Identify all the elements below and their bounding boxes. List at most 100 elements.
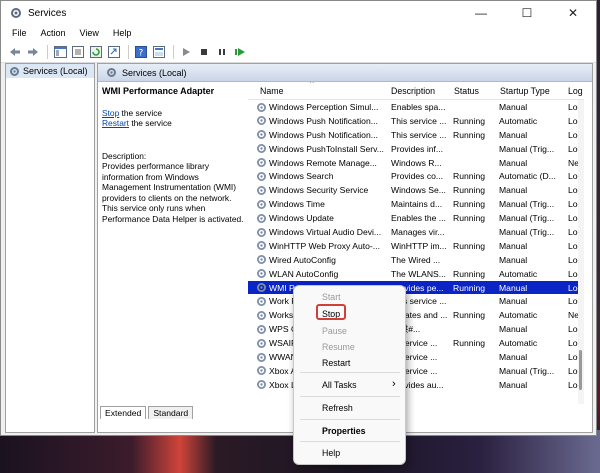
service-name-text: Windows Time: [269, 199, 325, 210]
maximize-button[interactable]: ☐: [504, 1, 550, 25]
scrollbar-thumb[interactable]: [579, 350, 582, 390]
export-icon[interactable]: [106, 44, 122, 60]
table-row[interactable]: Windows Push Notification... This service…: [248, 114, 584, 128]
properties-icon[interactable]: [70, 44, 86, 60]
column-description[interactable]: Description: [391, 86, 435, 96]
cell-status: Running: [453, 115, 486, 126]
tree-item-label: Services (Local): [23, 66, 88, 76]
cell-startup-type: Automatic (D...: [499, 171, 556, 182]
cell-name: Windows Push Notification...: [256, 115, 386, 127]
stop-service-link[interactable]: Stop: [102, 108, 119, 118]
cell-startup-type: Automatic: [499, 310, 538, 321]
pane-header-title: Services (Local): [122, 67, 187, 78]
table-row[interactable]: Windows Security Service Windows Se... Run…: [248, 183, 584, 197]
cell-description: Provides co...: [391, 171, 444, 182]
cell-name: Windows Update: [256, 212, 386, 224]
restart-icon[interactable]: [232, 44, 248, 60]
table-row[interactable]: Wired AutoConfig The Wired ... Manual Loc: [248, 253, 584, 267]
cell-description: Maintains d...: [391, 199, 443, 210]
cell-startup-type: Manual (Trig...: [499, 199, 555, 210]
tab-extended[interactable]: Extended: [100, 406, 147, 419]
cell-startup-type: Manual: [499, 185, 528, 196]
cell-startup-type: Manual (Trig...: [499, 227, 555, 238]
table-row[interactable]: Windows Remote Manage... Windows R... Manu…: [248, 156, 584, 170]
menu-item-refresh[interactable]: Refresh: [322, 403, 353, 413]
svg-text:?: ?: [139, 48, 144, 58]
forward-icon[interactable]: [25, 44, 41, 60]
service-name-text: Wired AutoConfig: [269, 254, 336, 265]
cell-description: Provides inf...: [391, 143, 444, 154]
cell-startup-type: Automatic: [499, 268, 538, 279]
service-gear-icon: [257, 116, 266, 126]
column-startup-type[interactable]: Startup Type: [500, 86, 550, 96]
cell-description: The WLANS...: [391, 268, 446, 279]
close-button[interactable]: ✕: [550, 1, 596, 25]
service-gear-icon: [257, 171, 266, 181]
table-row[interactable]: WLAN AutoConfig The WLANS... Running Automa…: [248, 267, 584, 281]
cell-name: Windows Push Notification...: [256, 129, 386, 141]
minimize-button[interactable]: —: [458, 1, 504, 25]
description-line: providers to clients on the network.: [102, 192, 232, 203]
table-row[interactable]: Windows PushToInstall Serv... Provides in…: [248, 142, 584, 156]
menu-file[interactable]: File: [5, 28, 34, 38]
start-icon[interactable]: [178, 44, 194, 60]
menu-separator: [300, 419, 400, 420]
menu-item-start[interactable]: Start: [322, 292, 341, 302]
table-row[interactable]: Windows Time Maintains d... Running Manual …: [248, 197, 584, 211]
cell-startup-type: Manual: [499, 157, 528, 168]
tab-standard[interactable]: Standard: [148, 406, 194, 419]
menu-item-all-tasks[interactable]: All Tasks: [322, 380, 357, 390]
table-row[interactable]: Windows Search Provides co... Running Autom…: [248, 169, 584, 183]
service-gear-icon: [257, 310, 266, 320]
menu-item-resume[interactable]: Resume: [322, 342, 355, 352]
menu-view[interactable]: View: [73, 28, 106, 38]
restart-service-link[interactable]: Restart: [102, 118, 129, 128]
table-row[interactable]: Windows Push Notification... This service…: [248, 128, 584, 142]
view-icon[interactable]: [151, 44, 167, 60]
pause-icon[interactable]: [214, 44, 230, 60]
service-name-text: Windows Perception Simul...: [269, 102, 379, 112]
service-name-text: WinHTTP Web Proxy Auto-...: [269, 240, 380, 251]
menu-item-properties[interactable]: Properties: [322, 426, 366, 436]
menu-item-help[interactable]: Help: [322, 448, 340, 458]
cell-description: WinHTTP im...: [391, 240, 447, 251]
service-gear-icon: [257, 241, 266, 251]
service-name-text: Windows Update: [269, 213, 334, 224]
menu-action[interactable]: Action: [34, 28, 73, 38]
table-row[interactable]: Windows Virtual Audio Devi... Manages vir…: [248, 225, 584, 239]
cell-status: Running: [453, 185, 486, 196]
cell-startup-type: Manual (Trig...: [499, 143, 555, 154]
cell-startup-type: Manual: [499, 324, 528, 335]
column-log-on-as[interactable]: Log: [568, 86, 583, 96]
table-row[interactable]: Windows Update Enables the ... Running Manu…: [248, 211, 584, 225]
cell-startup-type: Manual: [499, 352, 528, 363]
console-tree-icon[interactable]: [52, 44, 68, 60]
gear-icon: [107, 68, 116, 77]
column-name[interactable]: Name: [260, 86, 283, 96]
services-app-icon: [10, 7, 22, 19]
menu-item-pause[interactable]: Pause: [322, 326, 347, 336]
sort-up-icon: ^: [310, 82, 314, 88]
stop-line-text: the service: [119, 107, 163, 118]
menu-help[interactable]: Help: [106, 28, 139, 38]
service-name-text: Windows PushToInstall Serv...: [269, 143, 384, 154]
stop-icon[interactable]: [196, 44, 212, 60]
menu-bar: File Action View Help: [1, 25, 596, 41]
back-icon[interactable]: [7, 44, 23, 60]
service-name-text: Windows Remote Manage...: [269, 157, 377, 168]
cell-name: Windows Time: [256, 198, 386, 210]
service-gear-icon: [257, 324, 266, 334]
vertical-scrollbar[interactable]: [578, 100, 584, 404]
table-row[interactable]: Windows Perception Simul... Enables spa..…: [248, 100, 584, 114]
refresh-icon[interactable]: [88, 44, 104, 60]
service-gear-icon: [257, 352, 266, 362]
table-row[interactable]: WinHTTP Web Proxy Auto-... WinHTTP im... R…: [248, 239, 584, 253]
pane-header: Services (Local): [98, 64, 592, 82]
cell-name: WinHTTP Web Proxy Auto-...: [256, 240, 386, 252]
tree-item-services-local[interactable]: Services (Local): [6, 64, 94, 78]
service-gear-icon: [257, 296, 266, 306]
help-icon[interactable]: ?: [133, 44, 149, 60]
menu-item-restart[interactable]: Restart: [322, 358, 350, 368]
column-status[interactable]: Status: [454, 86, 479, 96]
description-line: Performance Data Helper is activated.: [102, 213, 244, 224]
